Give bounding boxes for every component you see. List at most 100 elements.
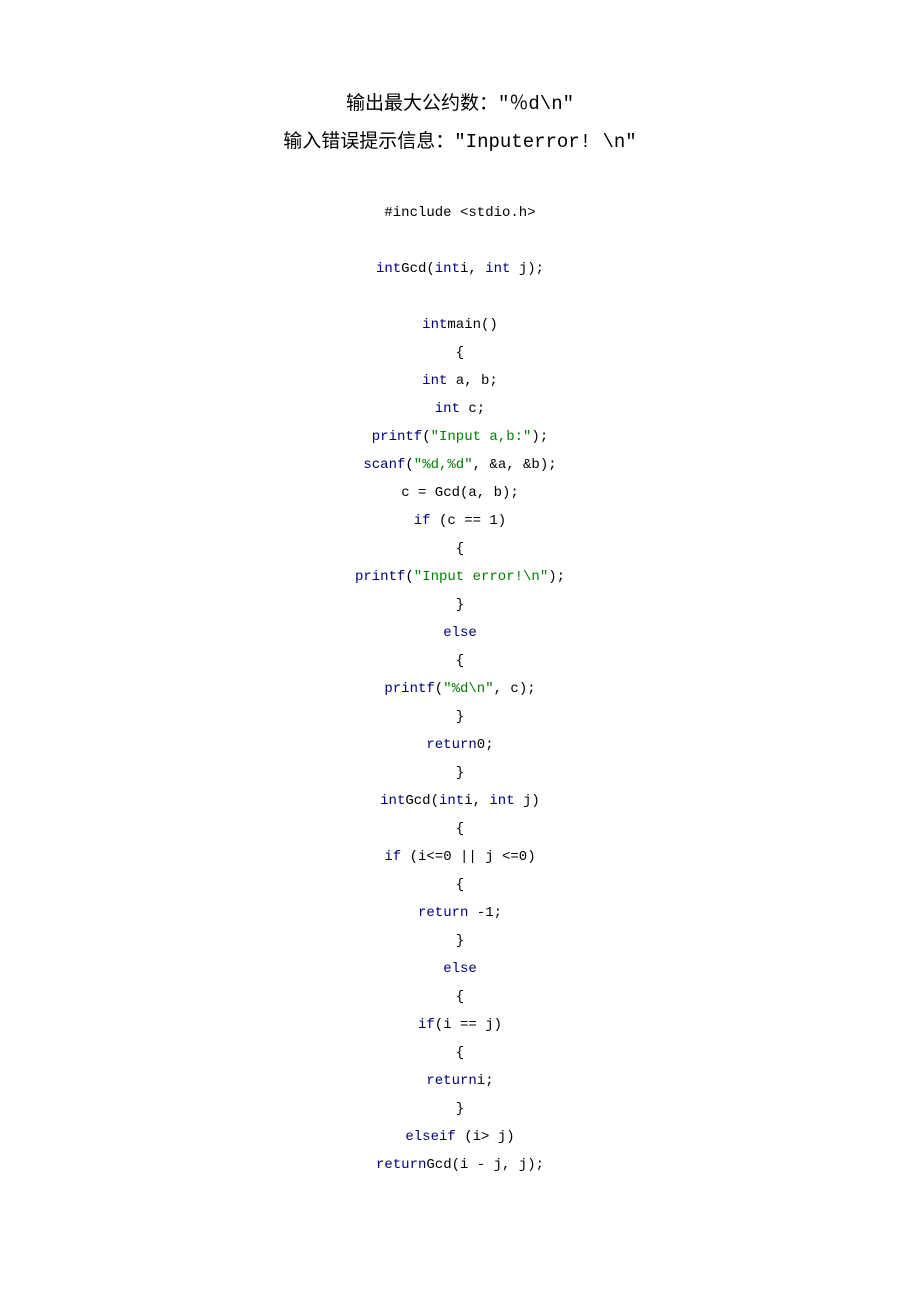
code-token: else	[405, 1129, 439, 1145]
code-token: int	[435, 261, 460, 277]
code-token: else	[443, 625, 477, 641]
code-line: }	[120, 703, 800, 731]
code-line: returnGcd(i - j, j);	[120, 1151, 800, 1179]
code-token: (	[405, 569, 413, 585]
code-token: int	[422, 373, 447, 389]
code-token: {	[456, 989, 464, 1005]
code-line: int a, b;	[120, 367, 800, 395]
code-token: {	[456, 877, 464, 893]
code-token: -1;	[468, 905, 502, 921]
code-line: printf("Input a,b:");	[120, 423, 800, 451]
code-line: {	[120, 815, 800, 843]
code-token: }	[456, 765, 464, 781]
code-line: #include <stdio.h>	[120, 199, 800, 227]
code-token: a, b;	[447, 373, 497, 389]
code-line: else	[120, 619, 800, 647]
code-line: scanf("%d,%d", &a, &b);	[120, 451, 800, 479]
code-token: }	[456, 933, 464, 949]
heading-error-code: "Inputerror! \n"	[454, 131, 636, 153]
code-token: int	[380, 793, 405, 809]
code-line: printf("Input error!\n");	[120, 563, 800, 591]
code-token: {	[456, 1045, 464, 1061]
code-token: Gcd(i - j, j);	[426, 1157, 544, 1173]
code-token: int	[376, 261, 401, 277]
code-token: {	[456, 653, 464, 669]
code-token: , c);	[494, 681, 536, 697]
document-page: 输出最大公约数："％d\n" 输入错误提示信息："Inputerror! \n"…	[0, 0, 920, 1279]
code-token: int	[435, 401, 460, 417]
code-token: }	[456, 597, 464, 613]
code-token: else	[443, 961, 477, 977]
code-line: c = Gcd(a, b);	[120, 479, 800, 507]
code-line: }	[120, 591, 800, 619]
code-token: }	[456, 1101, 464, 1117]
code-line: return0;	[120, 731, 800, 759]
code-token: if	[439, 1129, 456, 1145]
code-token: (i == j)	[435, 1017, 502, 1033]
heading-error-label: 输入错误提示信息：	[283, 131, 454, 152]
code-token: printf	[384, 681, 434, 697]
code-token: if	[384, 849, 401, 865]
code-token: Gcd(	[401, 261, 435, 277]
heading-output-gcd: 输出最大公约数："％d\n"	[120, 85, 800, 123]
code-line: {	[120, 535, 800, 563]
code-line: {	[120, 1039, 800, 1067]
code-token: {	[456, 541, 464, 557]
code-token: , &a, &b);	[473, 457, 557, 473]
code-token: #include <stdio.h>	[384, 205, 535, 221]
code-line: {	[120, 983, 800, 1011]
code-line: {	[120, 647, 800, 675]
code-token: if	[414, 513, 431, 529]
code-line: {	[120, 871, 800, 899]
code-token: j)	[515, 793, 540, 809]
code-token: i,	[464, 793, 489, 809]
heading-output-code: "％d\n"	[498, 93, 574, 115]
code-line: printf("%d\n", c);	[120, 675, 800, 703]
code-line: }	[120, 1095, 800, 1123]
code-line: if(i == j)	[120, 1011, 800, 1039]
code-line: if (i<=0 || j <=0)	[120, 843, 800, 871]
code-line: int c;	[120, 395, 800, 423]
code-line: returni;	[120, 1067, 800, 1095]
code-token: printf	[372, 429, 422, 445]
code-token: {	[456, 345, 464, 361]
code-token: "Input error!\n"	[414, 569, 548, 585]
code-token: printf	[355, 569, 405, 585]
code-token: i;	[477, 1073, 494, 1089]
code-token: "Input a,b:"	[431, 429, 532, 445]
code-token: (i> j)	[456, 1129, 515, 1145]
code-token: i,	[460, 261, 485, 277]
code-line: else	[120, 955, 800, 983]
code-block: #include <stdio.h> intGcd(inti, int j); …	[120, 199, 800, 1179]
code-token: int	[485, 261, 510, 277]
code-line: intGcd(inti, int j);	[120, 255, 800, 283]
code-line: intmain()	[120, 311, 800, 339]
code-token: return	[426, 737, 476, 753]
code-line: intGcd(inti, int j)	[120, 787, 800, 815]
code-token: );	[531, 429, 548, 445]
code-token: (	[422, 429, 430, 445]
code-line: if (c == 1)	[120, 507, 800, 535]
code-token: return	[426, 1073, 476, 1089]
code-token: scanf	[363, 457, 405, 473]
code-token: main()	[447, 317, 497, 333]
code-token: (	[405, 457, 413, 473]
code-token: (c == 1)	[431, 513, 507, 529]
code-token: Gcd(	[405, 793, 439, 809]
heading-error-msg: 输入错误提示信息："Inputerror! \n"	[120, 123, 800, 161]
code-token: "%d\n"	[443, 681, 493, 697]
code-line	[120, 283, 800, 311]
code-line: {	[120, 339, 800, 367]
code-token: int	[489, 793, 514, 809]
code-token: {	[456, 821, 464, 837]
code-token: int	[439, 793, 464, 809]
code-token: (i<=0 || j <=0)	[401, 849, 535, 865]
code-line: }	[120, 759, 800, 787]
heading-output-label: 输出最大公约数：	[346, 93, 498, 114]
code-token: int	[422, 317, 447, 333]
code-token: c = Gcd(a, b);	[401, 485, 519, 501]
code-token: }	[456, 709, 464, 725]
code-token: j);	[510, 261, 544, 277]
code-token: "%d,%d"	[414, 457, 473, 473]
code-line: elseif (i> j)	[120, 1123, 800, 1151]
